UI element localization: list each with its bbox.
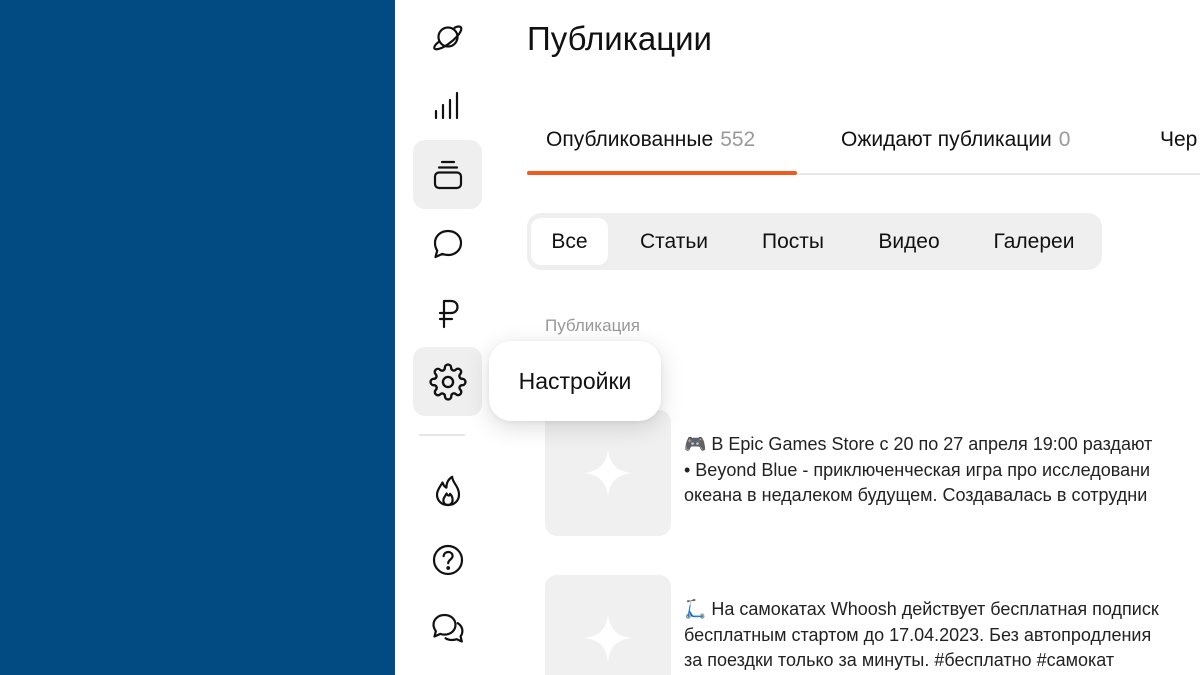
filter-all[interactable]: Все [531, 218, 608, 265]
list-item[interactable]: 🛴 На самокатах Whoosh действует бесплатн… [545, 575, 1200, 675]
sidebar-item-statistics[interactable] [413, 71, 482, 140]
chat-bubble-icon [433, 229, 462, 258]
sidebar-item-messages[interactable] [413, 594, 482, 663]
sidebar-item-monetization[interactable] [413, 278, 482, 347]
post-text-line: за поездки только за минуты. #бесплатно … [684, 650, 1115, 670]
tab-label: Чер [1160, 128, 1198, 151]
planet-icon [432, 24, 462, 50]
post-text-line: бесплатным стартом до 17.04.2023. Без ав… [684, 624, 1152, 645]
tab-pending[interactable]: Ожидают публикации 0 [841, 105, 1070, 175]
tab-drafts[interactable]: Чер [1160, 105, 1197, 175]
tab-label: Опубликованные [546, 128, 714, 151]
sparkle-icon [584, 449, 632, 497]
tab-label: Ожидают публикации [841, 128, 1052, 151]
gear-icon [428, 362, 467, 401]
sidebar-item-promotion[interactable] [413, 456, 482, 525]
publication-status-tabs: Опубликованные 552 Ожидают публикации 0 … [527, 105, 1200, 175]
tab-published[interactable]: Опубликованные 552 [546, 105, 755, 175]
sparkle-icon [584, 614, 632, 662]
chats-icon [431, 613, 463, 643]
active-tab-indicator [527, 171, 797, 175]
filter-videos[interactable]: Видео [857, 218, 961, 265]
background-panel [0, 0, 395, 675]
sidebar-item-dashboard[interactable] [413, 2, 482, 71]
sidebar-nav [395, 0, 501, 675]
sidebar-item-comments[interactable] [413, 209, 482, 278]
post-text-line: 🛴 На самокатах Whoosh действует бесплатн… [684, 599, 1159, 619]
bar-chart-icon [434, 91, 458, 119]
sidebar-item-publications[interactable] [413, 140, 482, 209]
help-circle-icon [432, 544, 463, 575]
post-thumbnail [545, 410, 671, 536]
settings-tooltip: Настройки [489, 341, 661, 421]
sidebar-item-settings[interactable] [413, 347, 482, 416]
post-thumbnail [545, 575, 671, 675]
sidebar-divider [419, 434, 465, 436]
sidebar-item-help[interactable] [413, 525, 482, 594]
tab-count: 0 [1058, 128, 1071, 151]
publication-column-header: Публикация [545, 316, 641, 335]
flame-icon [435, 475, 460, 506]
post-preview-text: 🎮 В Epic Games Store с 20 по 27 апреля 1… [684, 432, 1200, 509]
filter-galleries[interactable]: Галереи [973, 218, 1095, 265]
tab-count: 552 [720, 128, 756, 151]
list-item[interactable]: 🎮 В Epic Games Store с 20 по 27 апреля 1… [545, 410, 1200, 540]
filter-articles[interactable]: Статьи [619, 218, 729, 265]
ruble-icon [438, 299, 459, 328]
publications-stack-icon [433, 160, 462, 189]
page-title: Публикации [527, 20, 712, 57]
post-text-line: океана в недалеком будущем. Создавалась … [684, 485, 1148, 505]
post-text-line: • Beyond Blue - приключенческая игра про… [684, 459, 1151, 480]
filter-posts[interactable]: Посты [741, 218, 845, 265]
post-text-line: 🎮 В Epic Games Store с 20 по 27 апреля 1… [684, 434, 1153, 454]
content-type-filter: Все Статьи Посты Видео Галереи [527, 213, 1102, 270]
post-preview-text: 🛴 На самокатах Whoosh действует бесплатн… [684, 597, 1200, 674]
